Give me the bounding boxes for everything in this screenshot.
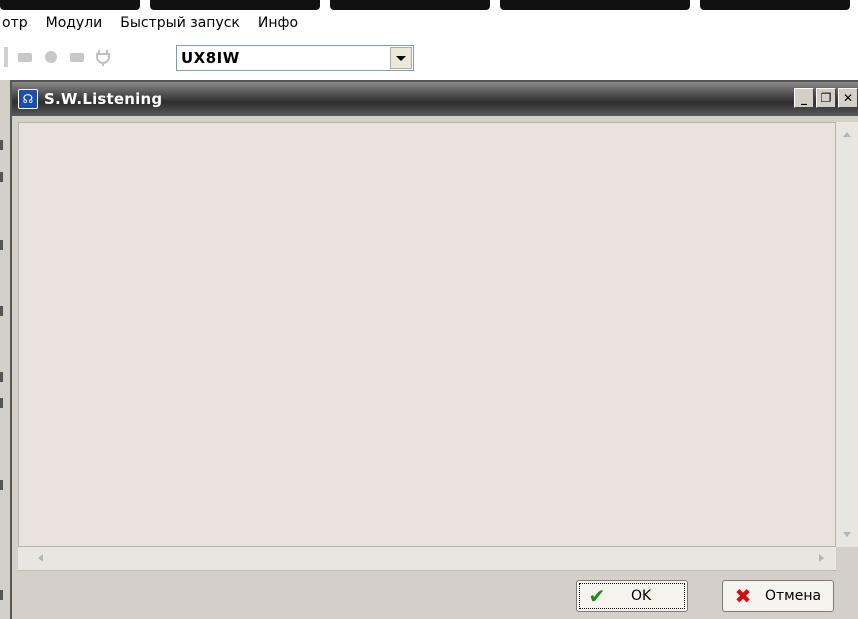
- plug-icon[interactable]: [94, 48, 112, 66]
- ok-button[interactable]: ✔ OK: [576, 580, 688, 612]
- desktop-left-edge: [0, 80, 10, 619]
- restore-icon[interactable]: ❐: [816, 88, 836, 108]
- minimize-icon[interactable]: _: [794, 88, 814, 108]
- horizontal-scrollbar[interactable]: [18, 547, 836, 571]
- top-banner-edge: [0, 0, 858, 10]
- vertical-scrollbar[interactable]: [836, 122, 858, 547]
- app-icon: ☊: [18, 89, 38, 109]
- content-area[interactable]: [18, 122, 836, 547]
- window-title: S.W.Listening: [44, 90, 163, 108]
- cross-icon: ✖: [734, 584, 752, 608]
- scroll-right-icon[interactable]: [819, 554, 824, 562]
- record-icon[interactable]: [42, 48, 60, 66]
- scroll-down-icon[interactable]: [843, 532, 851, 537]
- scroll-up-icon[interactable]: [843, 132, 851, 137]
- ok-button-label: OK: [631, 588, 652, 604]
- chevron-down-icon[interactable]: [390, 47, 412, 69]
- checkmark-icon: ✔: [588, 584, 606, 608]
- toolbar-button-icon[interactable]: [68, 48, 86, 66]
- cancel-button[interactable]: ✖ Отмена: [722, 580, 834, 612]
- menu-item-quick-launch[interactable]: Быстрый запуск: [111, 15, 249, 31]
- callsign-value: UX8IW: [181, 49, 240, 67]
- menu-item-modules[interactable]: Модули: [37, 15, 112, 31]
- toolbar: [0, 38, 858, 76]
- window-titlebar[interactable]: ☊ S.W.Listening _ ❐ ✕: [12, 82, 858, 116]
- callsign-combobox[interactable]: UX8IW: [176, 45, 414, 71]
- cancel-button-label: Отмена: [765, 588, 822, 604]
- scroll-corner: [836, 547, 858, 571]
- menu-item-view[interactable]: отр: [0, 15, 37, 31]
- close-icon[interactable]: ✕: [838, 88, 858, 108]
- toolbar-grip: [4, 47, 8, 67]
- toolbar-button-icon[interactable]: [16, 48, 34, 66]
- menu-item-info[interactable]: Инфо: [249, 15, 307, 31]
- swl-window: ☊ S.W.Listening _ ❐ ✕ ✔ OK ✖ Отмена: [10, 80, 858, 619]
- scroll-left-icon[interactable]: [38, 554, 43, 562]
- menu-bar: отр Модули Быстрый запуск Инфо: [0, 10, 858, 36]
